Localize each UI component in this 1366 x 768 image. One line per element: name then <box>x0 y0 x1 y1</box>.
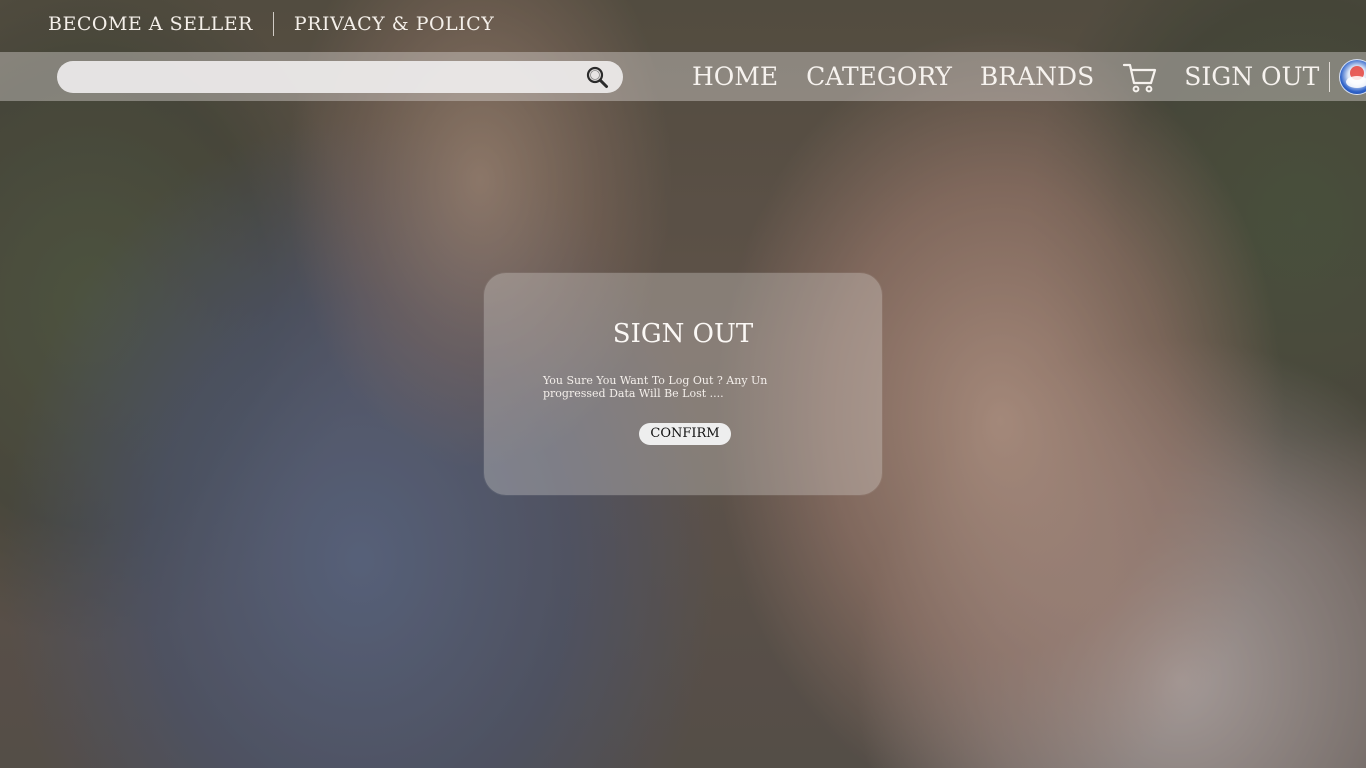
privacy-policy-link[interactable]: PRIVACY & POLICY <box>294 13 494 35</box>
page-background: BECOME A SELLER PRIVACY & POLICY HOME CA… <box>0 0 1366 768</box>
become-seller-link[interactable]: BECOME A SELLER <box>48 13 253 35</box>
nav-brands[interactable]: BRANDS <box>980 62 1094 91</box>
nav-category[interactable]: CATEGORY <box>806 62 952 91</box>
modal-message: You Sure You Want To Log Out ? Any Un pr… <box>543 374 768 400</box>
search-icon[interactable] <box>585 65 609 89</box>
navbar: HOME CATEGORY BRANDS SIGN OUT <box>0 52 1366 101</box>
top-links-divider <box>272 12 274 36</box>
nav-sign-out[interactable]: SIGN OUT <box>1184 62 1319 91</box>
search-input[interactable] <box>73 61 577 95</box>
top-links: BECOME A SELLER PRIVACY & POLICY <box>48 12 494 36</box>
avatar[interactable] <box>1339 58 1366 95</box>
nav-home[interactable]: HOME <box>692 62 778 91</box>
cart-icon[interactable] <box>1122 59 1158 95</box>
search-bar <box>57 61 623 95</box>
modal-title: SIGN OUT <box>612 319 754 349</box>
confirm-button[interactable]: CONFIRM <box>639 423 731 445</box>
nav-divider <box>1329 61 1331 92</box>
main-nav: HOME CATEGORY BRANDS SIGN OUT <box>692 52 1366 101</box>
sign-out-modal: SIGN OUT You Sure You Want To Log Out ? … <box>484 273 882 495</box>
